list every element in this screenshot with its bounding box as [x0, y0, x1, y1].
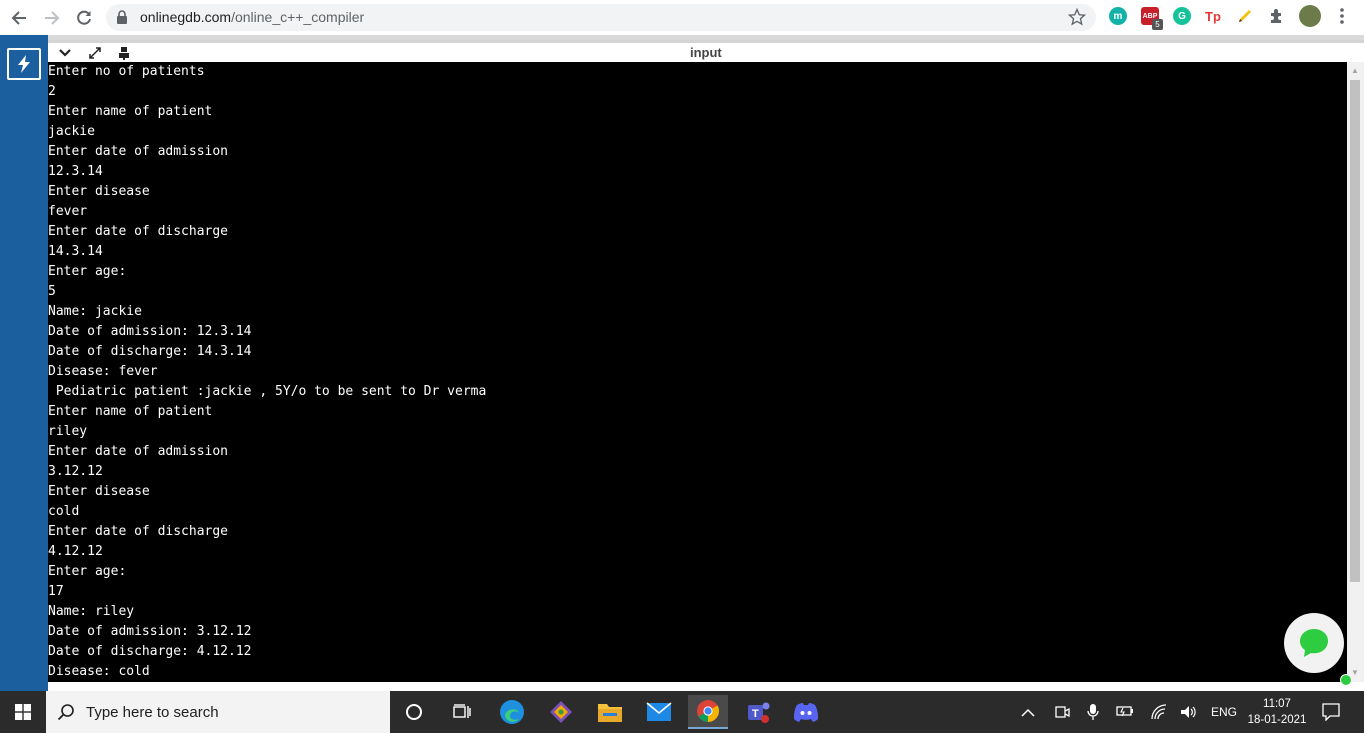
run-button[interactable]: [7, 48, 41, 80]
volume-icon[interactable]: [1180, 704, 1198, 723]
panel-title: input: [690, 45, 722, 60]
windows-taskbar: Type here to search T ENG 11:07 18-01-20…: [0, 691, 1364, 733]
io-panel-header: input: [48, 40, 1364, 62]
tp-extension-icon[interactable]: Tp: [1204, 7, 1222, 25]
console-line: 5: [48, 284, 56, 299]
meet-now-icon[interactable]: [1054, 704, 1070, 723]
back-button[interactable]: [7, 6, 31, 30]
console-line: Enter no of patients: [48, 64, 205, 79]
search-placeholder: Type here to search: [86, 704, 219, 721]
clock-time: 11:07: [1263, 698, 1291, 710]
expand-arrows-icon[interactable]: [87, 45, 103, 61]
console-line: Name: jackie: [48, 304, 142, 319]
console-line: Enter disease: [48, 184, 150, 199]
console-line: Disease: cold: [48, 664, 150, 679]
console-line: fever: [48, 204, 88, 219]
url-text: onlinegdb.com/online_c++_compiler: [140, 9, 364, 25]
console-line: Pediatric patient :jackie , 5Y/o to be s…: [48, 384, 487, 399]
m-extension-icon[interactable]: m: [1109, 7, 1127, 25]
console-line: jackie: [48, 124, 95, 139]
console-line: 4.12.12: [48, 544, 103, 559]
taskbar-search-box[interactable]: Type here to search: [46, 691, 390, 733]
bookmark-star-icon[interactable]: [1068, 8, 1086, 26]
scroll-up-arrow-icon[interactable]: ▲: [1351, 66, 1359, 75]
left-sidebar: [0, 35, 48, 691]
console-line: Name: riley: [48, 604, 135, 619]
panel-bottom-strip: [48, 682, 1364, 691]
back-arrow-icon: [11, 11, 26, 25]
show-hidden-icons-icon[interactable]: [1021, 706, 1035, 720]
chat-status-dot: [1340, 674, 1352, 686]
address-bar[interactable]: onlinegdb.com/online_c++_compiler: [106, 4, 1096, 31]
console-line: Enter age:: [48, 564, 127, 579]
console-line: 2: [48, 84, 56, 99]
extensions-puzzle-icon[interactable]: [1268, 7, 1286, 25]
start-button[interactable]: [0, 691, 46, 733]
abp-badge: 5: [1152, 19, 1163, 30]
console-line: Enter age:: [48, 264, 127, 279]
forward-button[interactable]: [40, 6, 64, 30]
url-domain: onlinegdb.com: [140, 9, 232, 25]
file-explorer-icon[interactable]: [590, 695, 630, 729]
task-view-icon[interactable]: [442, 695, 482, 729]
scrollbar-thumb[interactable]: [1350, 80, 1360, 582]
language-indicator[interactable]: ENG: [1211, 705, 1237, 719]
console-output[interactable]: Enter no of patients 2 Enter name of patie…: [48, 62, 1347, 682]
console-line: Enter name of patient: [48, 404, 213, 419]
console-line: riley: [48, 424, 88, 439]
forward-arrow-icon: [45, 11, 60, 25]
edge-browser-icon[interactable]: [492, 695, 532, 729]
git-app-icon[interactable]: [541, 695, 581, 729]
chrome-taskbar-icon[interactable]: [688, 695, 728, 729]
reload-icon: [77, 10, 91, 25]
console-line: 17: [48, 584, 64, 599]
console-line: 12.3.14: [48, 164, 103, 179]
search-icon: [57, 704, 74, 721]
lightning-icon: [18, 55, 30, 73]
console-line: cold: [48, 504, 80, 519]
reload-button[interactable]: [72, 6, 96, 30]
chrome-menu-icon[interactable]: [1333, 7, 1351, 25]
lock-icon: [117, 10, 127, 24]
console-line: Disease: fever: [48, 364, 158, 379]
clear-console-icon[interactable]: [116, 45, 132, 61]
battery-icon[interactable]: [1116, 705, 1134, 720]
cortana-icon[interactable]: [394, 695, 434, 729]
console-line: Enter date of discharge: [48, 524, 229, 539]
scroll-down-arrow-icon[interactable]: ▼: [1351, 668, 1359, 677]
collapse-chevron-icon[interactable]: [57, 45, 73, 61]
notifications-icon[interactable]: [1322, 703, 1340, 724]
console-line: Enter date of admission: [48, 444, 229, 459]
console-line: Date of admission: 3.12.12: [48, 624, 252, 639]
teams-app-icon[interactable]: T: [738, 695, 778, 729]
windows-logo-icon: [15, 704, 31, 720]
discord-app-icon[interactable]: [786, 695, 826, 729]
highlighter-extension-icon[interactable]: [1236, 7, 1254, 25]
browser-toolbar: onlinegdb.com/online_c++_compiler m ABP …: [0, 0, 1364, 35]
chat-support-button[interactable]: [1284, 613, 1344, 673]
chat-bubble-icon: [1300, 629, 1328, 657]
console-lines: Enter no of patients 2 Enter name of patie…: [48, 62, 1347, 682]
console-scrollbar[interactable]: ▲ ▼: [1347, 62, 1364, 682]
svg-text:T: T: [752, 708, 759, 720]
console-line: Enter date of discharge: [48, 224, 229, 239]
console-line: 14.3.14: [48, 244, 103, 259]
mail-app-icon[interactable]: [639, 695, 679, 729]
wifi-icon[interactable]: [1150, 704, 1168, 723]
console-line: Enter name of patient: [48, 104, 213, 119]
console-line: Enter date of admission: [48, 144, 229, 159]
console-line: Enter disease: [48, 484, 150, 499]
console-line: 3.12.12: [48, 464, 103, 479]
profile-avatar[interactable]: [1299, 5, 1321, 27]
console-line: Date of admission: 12.3.14: [48, 324, 252, 339]
console-line: Date of discharge: 4.12.12: [48, 644, 252, 659]
clock[interactable]: 11:07 18-01-2021: [1246, 696, 1308, 728]
grammarly-extension-icon[interactable]: G: [1173, 7, 1191, 25]
clock-date: 18-01-2021: [1247, 714, 1307, 726]
url-path: /online_c++_compiler: [231, 9, 365, 25]
console-line: Date of discharge: 14.3.14: [48, 344, 252, 359]
microphone-icon[interactable]: [1087, 703, 1099, 724]
